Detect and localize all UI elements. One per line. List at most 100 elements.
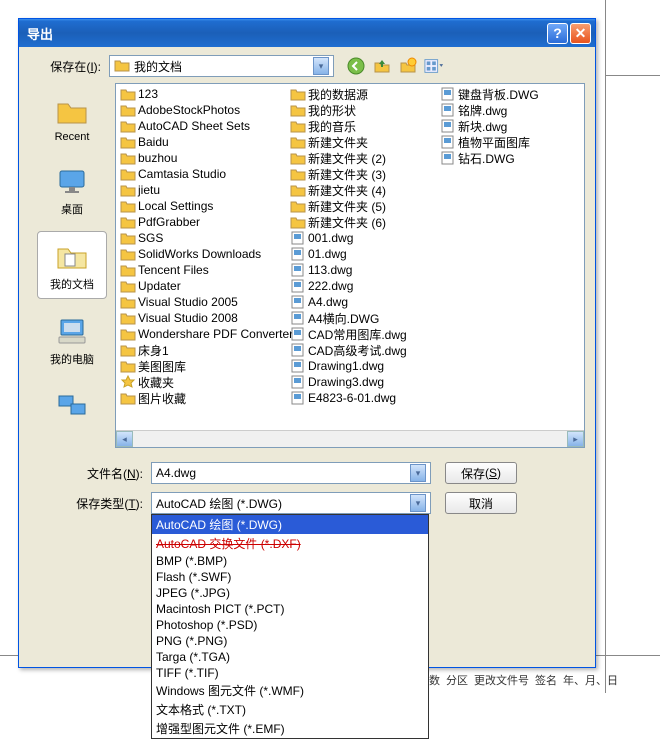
file-item[interactable]: 植物平面图库 bbox=[438, 134, 554, 150]
file-item[interactable]: 美图图库 bbox=[118, 358, 284, 374]
file-item[interactable]: 新块.dwg bbox=[438, 118, 554, 134]
file-item[interactable]: 铭牌.dwg bbox=[438, 102, 554, 118]
file-name: Drawing3.dwg bbox=[308, 375, 384, 389]
file-name: Drawing1.dwg bbox=[308, 359, 384, 373]
file-item[interactable]: 新建文件夹 (3) bbox=[288, 166, 434, 182]
file-item[interactable]: Tencent Files bbox=[118, 262, 284, 278]
file-item[interactable]: 123 bbox=[118, 86, 284, 102]
file-item[interactable]: CAD高级考试.dwg bbox=[288, 342, 434, 358]
file-item[interactable]: SolidWorks Downloads bbox=[118, 246, 284, 262]
filetype-option[interactable]: 增强型图元文件 (*.EMF) bbox=[152, 719, 428, 738]
folder-icon bbox=[114, 58, 130, 75]
filetype-option[interactable]: PNG (*.PNG) bbox=[152, 633, 428, 649]
scroll-track[interactable] bbox=[133, 431, 567, 447]
file-item[interactable]: Wondershare PDF Converter bbox=[118, 326, 284, 342]
filetype-combo[interactable]: AutoCAD 绘图 (*.DWG) ▾ bbox=[151, 492, 431, 514]
file-item[interactable]: 我的音乐 bbox=[288, 118, 434, 134]
up-folder-icon[interactable] bbox=[372, 56, 392, 76]
file-item[interactable]: A4.dwg bbox=[288, 294, 434, 310]
file-item[interactable]: A4横向.DWG bbox=[288, 310, 434, 326]
sidebar-item-label: 我的电脑 bbox=[50, 351, 94, 367]
file-item[interactable]: AutoCAD Sheet Sets bbox=[118, 118, 284, 134]
file-item[interactable]: 键盘背板.DWG bbox=[438, 86, 554, 102]
horizontal-scrollbar[interactable]: ◂ ▸ bbox=[116, 430, 584, 447]
filetype-option[interactable]: Macintosh PICT (*.PCT) bbox=[152, 601, 428, 617]
back-icon[interactable] bbox=[346, 56, 366, 76]
filename-input[interactable]: A4.dwg ▾ bbox=[151, 462, 431, 484]
file-item[interactable]: jietu bbox=[118, 182, 284, 198]
scroll-right-button[interactable]: ▸ bbox=[567, 431, 584, 447]
chevron-down-icon[interactable]: ▾ bbox=[313, 57, 329, 75]
filetype-option[interactable]: Targa (*.TGA) bbox=[152, 649, 428, 665]
file-item[interactable]: Baidu bbox=[118, 134, 284, 150]
file-item[interactable]: Camtasia Studio bbox=[118, 166, 284, 182]
filetype-option[interactable]: AutoCAD 交换文件 (*.DXF) bbox=[152, 534, 428, 553]
file-name: Visual Studio 2005 bbox=[138, 295, 238, 309]
file-item[interactable]: 新建文件夹 (4) bbox=[288, 182, 434, 198]
help-button[interactable]: ? bbox=[547, 23, 568, 44]
file-item[interactable]: 222.dwg bbox=[288, 278, 434, 294]
file-item[interactable]: 新建文件夹 (5) bbox=[288, 198, 434, 214]
file-name: 新块.dwg bbox=[458, 118, 507, 135]
sidebar-item-network[interactable] bbox=[37, 381, 107, 431]
file-item[interactable]: 床身1 bbox=[118, 342, 284, 358]
file-item[interactable]: E4823-6-01.dwg bbox=[288, 390, 434, 406]
file-name: 新建文件夹 (3) bbox=[308, 166, 386, 183]
save-in-combo[interactable]: 我的文档 ▾ bbox=[109, 55, 334, 77]
filetype-option[interactable]: JPEG (*.JPG) bbox=[152, 585, 428, 601]
filetype-dropdown[interactable]: AutoCAD 绘图 (*.DWG)AutoCAD 交换文件 (*.DXF)BM… bbox=[151, 514, 429, 739]
file-item[interactable]: Updater bbox=[118, 278, 284, 294]
filetype-option[interactable]: 文本格式 (*.TXT) bbox=[152, 700, 428, 719]
file-item[interactable]: 我的数据源 bbox=[288, 86, 434, 102]
sidebar-item-Recent[interactable]: Recent bbox=[37, 87, 107, 149]
save-button[interactable]: 保存(S) bbox=[445, 462, 517, 484]
file-item[interactable]: 图片收藏 bbox=[118, 390, 284, 406]
file-name: SolidWorks Downloads bbox=[138, 247, 261, 261]
chevron-down-icon[interactable]: ▾ bbox=[410, 464, 426, 482]
file-name: 图片收藏 bbox=[138, 390, 186, 407]
file-item[interactable]: Visual Studio 2005 bbox=[118, 294, 284, 310]
file-name: jietu bbox=[138, 183, 160, 197]
sidebar-item-我的文档[interactable]: 我的文档 bbox=[37, 231, 107, 299]
close-button[interactable]: ✕ bbox=[570, 23, 591, 44]
sidebar-item-桌面[interactable]: 桌面 bbox=[37, 157, 107, 223]
file-item[interactable]: AdobeStockPhotos bbox=[118, 102, 284, 118]
file-item[interactable]: 新建文件夹 bbox=[288, 134, 434, 150]
file-item[interactable]: 001.dwg bbox=[288, 230, 434, 246]
filetype-option[interactable]: Flash (*.SWF) bbox=[152, 569, 428, 585]
file-list[interactable]: 123AdobeStockPhotosAutoCAD Sheet SetsBai… bbox=[115, 83, 585, 448]
filetype-option[interactable]: BMP (*.BMP) bbox=[152, 553, 428, 569]
file-item[interactable]: CAD常用图库.dwg bbox=[288, 326, 434, 342]
file-item[interactable]: 收藏夹 bbox=[118, 374, 284, 390]
scroll-left-button[interactable]: ◂ bbox=[116, 431, 133, 447]
filetype-option[interactable]: Photoshop (*.PSD) bbox=[152, 617, 428, 633]
file-item[interactable]: Local Settings bbox=[118, 198, 284, 214]
file-item[interactable]: PdfGrabber bbox=[118, 214, 284, 230]
sidebar-item-我的电脑[interactable]: 我的电脑 bbox=[37, 307, 107, 373]
chevron-down-icon[interactable]: ▾ bbox=[410, 494, 426, 512]
file-name: 铭牌.dwg bbox=[458, 102, 507, 119]
file-item[interactable]: Drawing1.dwg bbox=[288, 358, 434, 374]
titlebar[interactable]: 导出 ? ✕ bbox=[19, 19, 595, 47]
file-name: CAD常用图库.dwg bbox=[308, 326, 407, 343]
file-name: 新建文件夹 (6) bbox=[308, 214, 386, 231]
file-item[interactable]: Drawing3.dwg bbox=[288, 374, 434, 390]
filetype-option[interactable]: TIFF (*.TIF) bbox=[152, 665, 428, 681]
file-item[interactable]: 我的形状 bbox=[288, 102, 434, 118]
file-name: 新建文件夹 (2) bbox=[308, 150, 386, 167]
file-item[interactable]: buzhou bbox=[118, 150, 284, 166]
file-icon bbox=[290, 327, 306, 341]
file-item[interactable]: 新建文件夹 (2) bbox=[288, 150, 434, 166]
file-item[interactable]: Visual Studio 2008 bbox=[118, 310, 284, 326]
filetype-option[interactable]: AutoCAD 绘图 (*.DWG) bbox=[152, 515, 428, 534]
file-item[interactable]: 钻石.DWG bbox=[438, 150, 554, 166]
folder-icon bbox=[120, 199, 136, 213]
cancel-button[interactable]: 取消 bbox=[445, 492, 517, 514]
file-item[interactable]: 01.dwg bbox=[288, 246, 434, 262]
new-folder-icon[interactable] bbox=[398, 56, 418, 76]
filetype-option[interactable]: Windows 图元文件 (*.WMF) bbox=[152, 681, 428, 700]
file-item[interactable]: 新建文件夹 (6) bbox=[288, 214, 434, 230]
file-item[interactable]: SGS bbox=[118, 230, 284, 246]
file-item[interactable]: 113.dwg bbox=[288, 262, 434, 278]
view-menu-icon[interactable] bbox=[424, 56, 444, 76]
